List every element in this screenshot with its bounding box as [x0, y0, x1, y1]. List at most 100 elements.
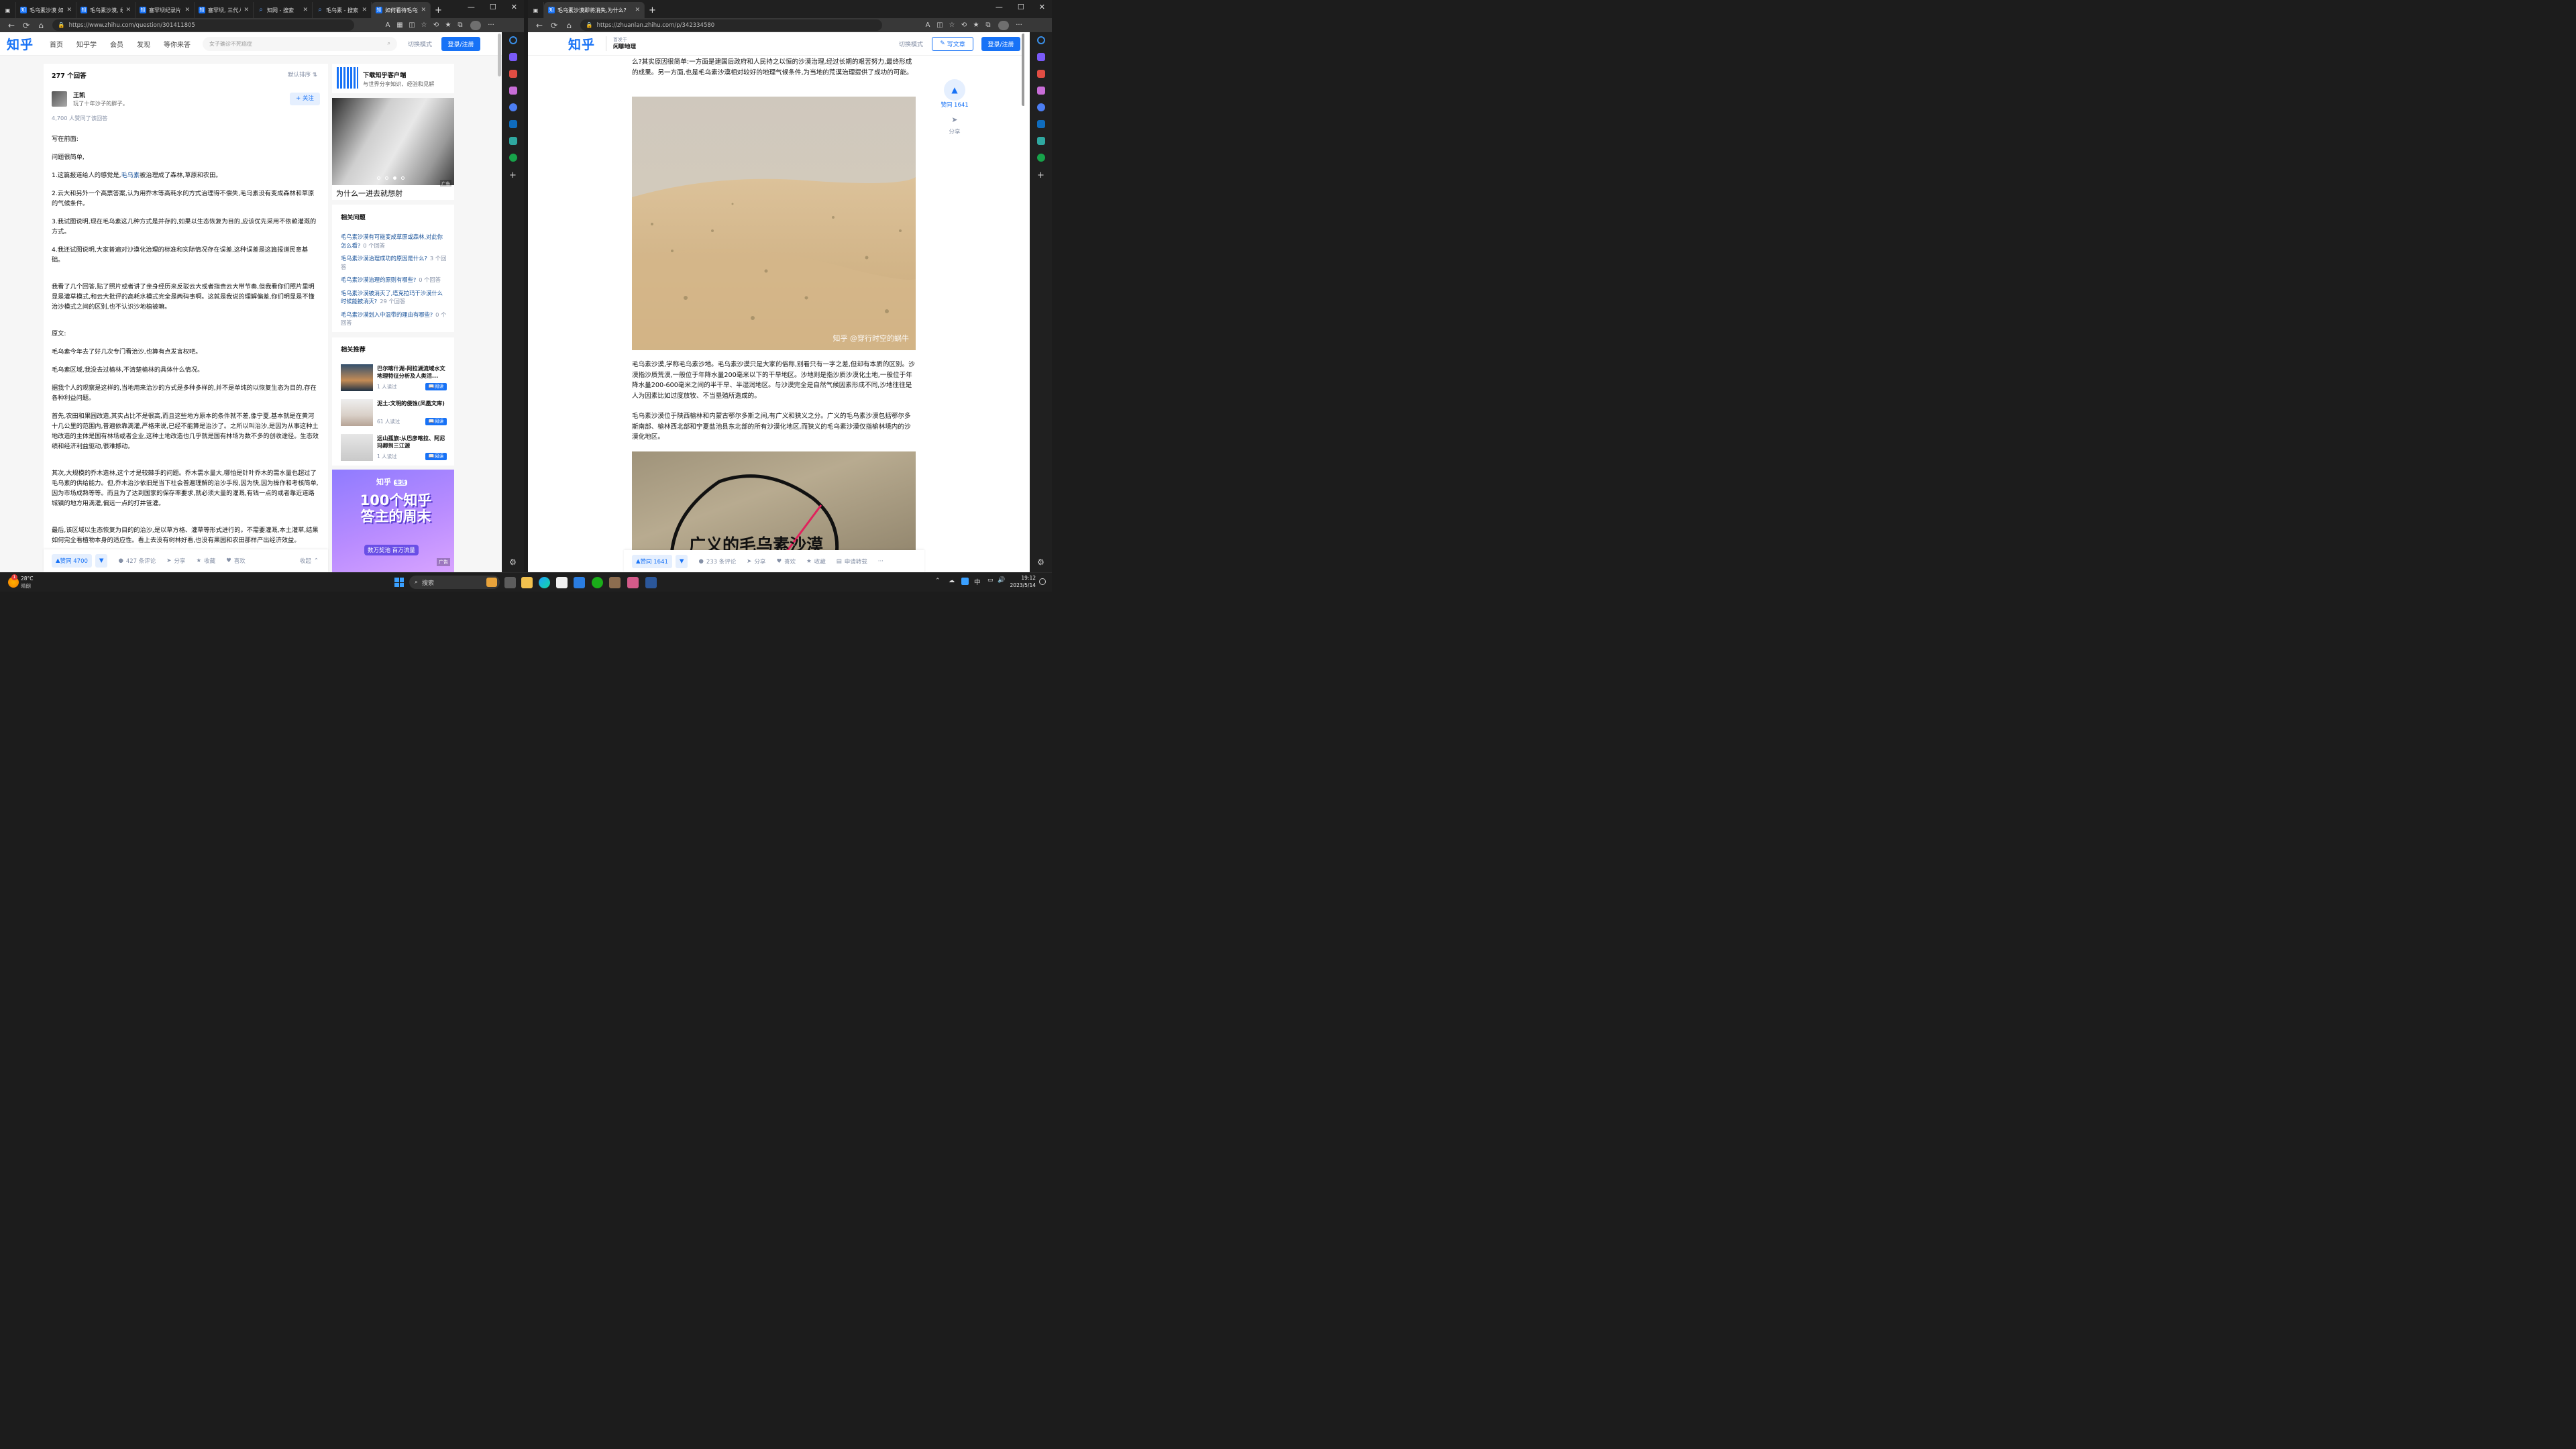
- settings-gear-icon[interactable]: ⚙: [509, 557, 517, 567]
- add-icon[interactable]: +: [1037, 170, 1044, 180]
- volume-icon[interactable]: 🔊: [998, 577, 1005, 584]
- tab-actions-button[interactable]: ▣: [0, 2, 16, 18]
- tab-item[interactable]: 知如何看待毛乌素✕: [372, 2, 431, 18]
- tab-article[interactable]: 知 毛乌素沙漠即将消失,为什么? ✕: [544, 2, 645, 18]
- vote-up-button[interactable]: ▲ 赞同 4700: [52, 553, 92, 568]
- nav-discover[interactable]: 发现: [137, 39, 150, 49]
- close-tab-icon[interactable]: ✕: [362, 7, 367, 13]
- read-button[interactable]: 📖阅读: [425, 453, 447, 460]
- close-tab-icon[interactable]: ✕: [244, 7, 249, 13]
- related-question-link[interactable]: 毛乌素沙漠被消灭了,塔克拉玛干沙漠什么时候能被消灭? 29 个回答: [341, 289, 447, 306]
- split-screen-icon[interactable]: ◫: [934, 21, 946, 29]
- like-button[interactable]: ♥ 喜欢: [776, 557, 796, 566]
- login-button[interactable]: 登录/注册: [981, 36, 1020, 51]
- shopping-icon[interactable]: [1036, 53, 1045, 61]
- back-icon[interactable]: ←: [4, 21, 19, 30]
- vote-down-button[interactable]: ▼: [675, 554, 688, 568]
- repost-button[interactable]: ▤ 申请转载: [837, 557, 867, 566]
- outlook-icon[interactable]: [508, 120, 517, 128]
- games-icon[interactable]: [508, 87, 517, 95]
- related-question-link[interactable]: 毛乌素沙漠有可能变成草原或森林,对此你怎么看? 0 个回答: [341, 233, 447, 250]
- read-button[interactable]: 📖阅读: [425, 418, 447, 425]
- store-icon[interactable]: [556, 577, 568, 588]
- close-tab-icon[interactable]: ✕: [184, 7, 190, 13]
- url-field[interactable]: 🔒 https://zhuanlan.zhihu.com/p/342334580: [580, 19, 882, 31]
- author-avatar[interactable]: [52, 91, 67, 107]
- profile-avatar[interactable]: [998, 20, 1009, 30]
- app-download-card[interactable]: 下载知乎客户端 与世界分享知识、经验和见解: [332, 64, 454, 93]
- read-button[interactable]: 📖阅读: [425, 383, 447, 390]
- nav-zhihuxue[interactable]: 知乎学: [76, 39, 97, 49]
- home-icon[interactable]: ⌂: [561, 21, 576, 30]
- search-icon[interactable]: [508, 36, 517, 44]
- collections-icon[interactable]: ⧉: [454, 21, 466, 29]
- tab-item[interactable]: 知塞罕坝, 三代人 ✕: [195, 2, 254, 18]
- share-button[interactable]: ➤ 分享: [747, 557, 765, 566]
- close-tab-icon[interactable]: ✕: [421, 7, 426, 13]
- comments-button[interactable]: ● 427 条评论: [118, 557, 156, 565]
- task-view-icon[interactable]: [504, 577, 516, 588]
- favorite-star-icon[interactable]: ☆: [418, 21, 430, 29]
- extensions-icon[interactable]: ⟲: [430, 21, 442, 29]
- share-button[interactable]: ➤ 分享: [166, 557, 185, 565]
- profile-avatar[interactable]: [470, 20, 481, 30]
- start-button[interactable]: [394, 578, 404, 587]
- url-field[interactable]: 🔒 https://www.zhihu.com/question/3014118…: [52, 19, 354, 31]
- app-blue-icon[interactable]: [574, 577, 585, 588]
- new-tab-button[interactable]: +: [645, 2, 660, 18]
- tab-item[interactable]: 知毛乌素沙漠, 经 ✕: [76, 2, 136, 18]
- home-icon[interactable]: ⌂: [34, 21, 48, 30]
- sort-dropdown[interactable]: 默认排序 ⇅: [288, 70, 317, 78]
- zhihu-logo[interactable]: 知乎: [568, 35, 595, 53]
- maximize-icon[interactable]: ☐: [1018, 3, 1024, 11]
- column-info[interactable]: 首发于 闲聊地理: [606, 36, 636, 51]
- add-icon[interactable]: +: [509, 170, 517, 180]
- tab-item[interactable]: 知毛乌素沙漠 如何✕: [16, 2, 76, 18]
- games-icon[interactable]: [1036, 87, 1045, 95]
- file-explorer-icon[interactable]: [521, 577, 533, 588]
- keyword-link[interactable]: 毛乌素: [121, 172, 140, 179]
- follow-button[interactable]: + 关注: [290, 93, 320, 105]
- side-vote-button[interactable]: ▲: [944, 79, 965, 101]
- more-button[interactable]: ···: [878, 558, 883, 565]
- favorite-button[interactable]: ★ 收藏: [806, 557, 826, 566]
- close-tab-icon[interactable]: ✕: [125, 7, 131, 13]
- minimize-icon[interactable]: —: [468, 3, 475, 11]
- close-tab-icon[interactable]: ✕: [635, 7, 640, 13]
- app-game-icon[interactable]: [609, 577, 621, 588]
- search-icon[interactable]: ⌕: [388, 40, 390, 47]
- rec-item[interactable]: 泥土:文明的侵蚀(凤凰文库) 61 人读过 📖阅读: [341, 399, 447, 426]
- page-scrollbar[interactable]: [498, 34, 501, 76]
- notification-icon[interactable]: [1039, 578, 1046, 585]
- read-aloud-icon[interactable]: A: [382, 21, 394, 29]
- clock-time[interactable]: 19:12: [1010, 575, 1036, 581]
- cloud-icon[interactable]: ☁: [949, 578, 955, 584]
- vote-down-button[interactable]: ▼: [95, 553, 108, 568]
- favorite-star-icon[interactable]: ☆: [946, 21, 958, 29]
- app-icon[interactable]: ▦: [394, 21, 406, 29]
- send-icon[interactable]: [508, 137, 517, 145]
- clock-date[interactable]: 2023/5/14: [1006, 582, 1036, 588]
- tab-item[interactable]: ⌕ 知网 - 搜索 ✕: [254, 2, 313, 18]
- copilot-icon[interactable]: [1036, 103, 1045, 111]
- ad-banner[interactable]: 广告 为什么一进去就想射: [332, 98, 454, 200]
- window-divider[interactable]: [524, 0, 528, 572]
- collapse-button[interactable]: 收起 ⌃: [300, 557, 319, 565]
- read-aloud-icon[interactable]: A: [922, 21, 934, 29]
- refresh-icon[interactable]: ⟳: [19, 21, 34, 30]
- show-hidden-icons[interactable]: ⌃: [935, 578, 941, 584]
- rec-item[interactable]: 巴尔喀什湖-阿拉湖流域水文地理特征分析及人类活... 1 人读过 📖阅读: [341, 364, 447, 391]
- search-input[interactable]: 女子确诊不死癌症 ⌕: [203, 36, 398, 51]
- comments-button[interactable]: ● 233 条评论: [698, 557, 736, 566]
- more-menu-icon[interactable]: ···: [1013, 21, 1025, 29]
- side-share-icon[interactable]: ➤: [944, 115, 965, 124]
- tools-icon[interactable]: [508, 70, 517, 78]
- new-tab-button[interactable]: +: [431, 2, 446, 18]
- switch-mode-link[interactable]: 切换模式: [899, 40, 923, 48]
- maximize-icon[interactable]: ☐: [490, 3, 496, 11]
- shopping-icon[interactable]: [508, 53, 517, 61]
- page-scrollbar[interactable]: [1022, 34, 1024, 106]
- nav-waiting-answer[interactable]: 等你来答: [164, 39, 191, 49]
- tree-icon[interactable]: [508, 154, 517, 162]
- related-question-link[interactable]: 毛乌素沙漠治理的原则有哪些? 0 个回答: [341, 276, 447, 284]
